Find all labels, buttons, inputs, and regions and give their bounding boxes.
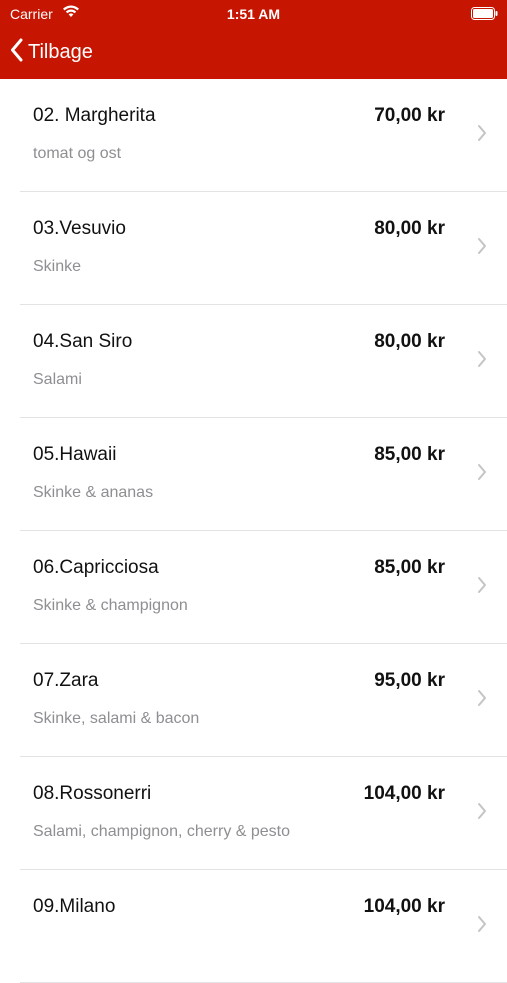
menu-item-description: Skinke (33, 258, 82, 275)
chevron-right-icon (477, 463, 487, 486)
menu-item-name: 04.San Siro (33, 331, 133, 352)
menu-item-price: 80,00 kr (374, 331, 445, 352)
status-time: 1:51 AM (226, 6, 281, 22)
menu-item-price: 85,00 kr (374, 444, 445, 465)
menu-item-price: 95,00 kr (374, 670, 445, 691)
menu-item-description: Salami (33, 371, 82, 388)
battery-icon (471, 7, 498, 23)
menu-item-description: Skinke & champignon (33, 597, 188, 614)
status-bar: Carrier 1:51 AM (0, 0, 507, 28)
chevron-right-icon (477, 237, 487, 260)
navigation-header: Carrier 1:51 AM Tilbage (0, 0, 507, 79)
menu-item-row[interactable]: 04.San Siro Salami 80,00 kr (20, 305, 507, 418)
menu-item-name: 07.Zara (33, 670, 99, 691)
menu-item-description: Skinke & ananas (33, 484, 154, 501)
menu-list: 02. Margherita tomat og ost 70,00 kr 03.… (0, 79, 507, 983)
chevron-right-icon (477, 124, 487, 147)
menu-item-row[interactable]: 08.Rossonerri Salami, champignon, cherry… (20, 757, 507, 870)
chevron-right-icon (477, 915, 487, 938)
menu-item-description: Salami, champignon, cherry & pesto (33, 823, 291, 840)
menu-item-name: 05.Hawaii (33, 444, 117, 465)
menu-item-price: 80,00 kr (374, 218, 445, 239)
menu-item-price: 85,00 kr (374, 557, 445, 578)
menu-item-row[interactable]: 05.Hawaii Skinke & ananas 85,00 kr (20, 418, 507, 531)
menu-item-description: tomat og ost (33, 145, 122, 162)
menu-item-row[interactable]: 06.Capricciosa Skinke & champignon 85,00… (20, 531, 507, 644)
menu-item-price: 70,00 kr (374, 105, 445, 126)
menu-item-row[interactable]: 03.Vesuvio Skinke 80,00 kr (20, 192, 507, 305)
chevron-right-icon (477, 350, 487, 373)
menu-item-name: 08.Rossonerri (33, 783, 152, 804)
chevron-right-icon (477, 576, 487, 599)
menu-item-price: 104,00 kr (363, 896, 445, 917)
menu-item-description: Skinke, salami & bacon (33, 710, 200, 727)
menu-item-name: 06.Capricciosa (33, 557, 159, 578)
menu-item-row[interactable]: 02. Margherita tomat og ost 70,00 kr (20, 79, 507, 192)
menu-item-name: 03.Vesuvio (33, 218, 126, 239)
menu-item-name: 09.Milano (33, 896, 116, 917)
chevron-right-icon (477, 689, 487, 712)
menu-item-name: 02. Margherita (33, 105, 156, 126)
menu-item-row[interactable]: 07.Zara Skinke, salami & bacon 95,00 kr (20, 644, 507, 757)
chevron-right-icon (477, 802, 487, 825)
back-button-label: Tilbage (28, 40, 93, 63)
back-button[interactable]: Tilbage (10, 36, 93, 68)
chevron-left-icon (10, 38, 24, 67)
menu-item-row[interactable]: 09.Milano 104,00 kr (20, 870, 507, 983)
menu-item-price: 104,00 kr (363, 783, 445, 804)
